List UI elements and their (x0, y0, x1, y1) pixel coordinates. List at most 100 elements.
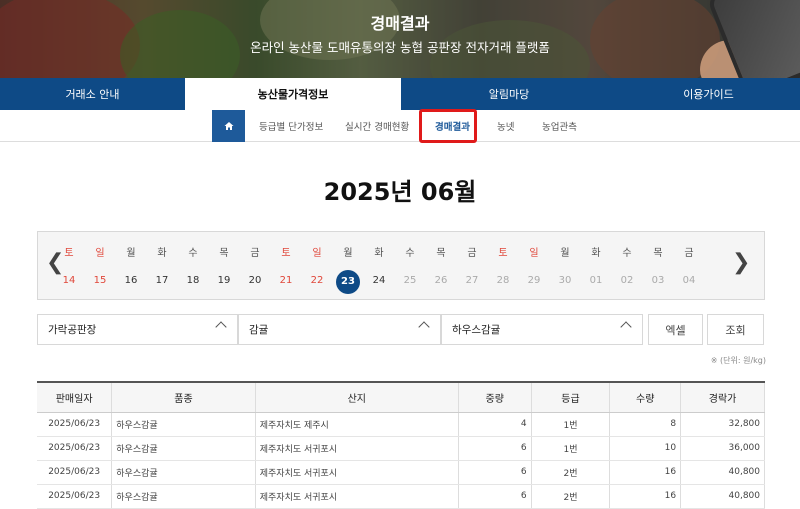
weekday-label: 화 (374, 248, 384, 259)
date-cell: 30 (558, 275, 572, 286)
weekday-label: 금 (467, 248, 477, 259)
weekday-label: 목 (219, 248, 229, 259)
weekday-label: 월 (126, 248, 136, 259)
col-header-variety: 품종 (111, 382, 256, 413)
date-cell[interactable]: 22 (302, 275, 332, 286)
selected-date[interactable]: 23 (336, 270, 360, 294)
search-button[interactable]: 조회 (707, 314, 764, 345)
col-header-grade: 등급 (531, 382, 611, 413)
variety-select[interactable]: 하우스감귤 (441, 314, 643, 345)
cell-price: 32,800 (680, 412, 765, 437)
date-cell: 01 (589, 275, 603, 286)
weekday-label: 토 (281, 248, 291, 259)
date-cell: 04 (682, 275, 696, 286)
date-cell: 25 (403, 275, 417, 286)
cell-origin: 제주자치도 서귀포시 (255, 436, 459, 461)
sub-nav-nongnet[interactable]: 농넷 (497, 119, 514, 133)
main-nav-exchange-info[interactable]: 거래소 안내 (0, 78, 185, 110)
weekday-label: 화 (157, 248, 167, 259)
variety-select-value: 하우스감귤 (452, 324, 501, 336)
date-strip: ❮ ❯ 토 14 일 15 월 16 화 17 수 18 목 19 금 20 토 21 일 22 월 23 화 24 수 25… (37, 231, 765, 300)
cell-date: 2025/06/23 (37, 436, 113, 461)
sub-nav-live-auction[interactable]: 실시간 경매현황 (345, 119, 409, 133)
cell-date: 2025/06/23 (37, 484, 113, 509)
cell-origin: 제주자치도 서귀포시 (255, 460, 459, 485)
weekday-label: 목 (653, 248, 663, 259)
date-cell: 02 (620, 275, 634, 286)
date-cell[interactable]: 19 (209, 275, 239, 286)
cell-quantity: 16 (609, 484, 682, 509)
date-cell[interactable]: 21 (271, 275, 301, 286)
table-row: 2025/06/23 하우스감귤 제주자치도 서귀포시 6 1번 10 36,0… (37, 436, 765, 461)
main-nav-price-info[interactable]: 농산물가격정보 (185, 78, 401, 110)
date-cell[interactable]: 20 (240, 275, 270, 286)
weekday-label: 월 (343, 248, 353, 259)
main-nav-notice[interactable]: 알림마당 (401, 78, 617, 110)
item-select-value: 감귤 (249, 324, 269, 336)
main-nav: 거래소 안내 농산물가격정보 알림마당 이용가이드 (0, 78, 800, 110)
table-row: 2025/06/23 하우스감귤 제주자치도 제주시 4 1번 8 32,800 (37, 412, 765, 437)
table-row: 2025/06/23 하우스감귤 제주자치도 서귀포시 6 2번 16 40,8… (37, 460, 765, 485)
cell-quantity: 8 (609, 412, 682, 437)
col-header-price: 경락가 (680, 382, 765, 413)
date-cell: 27 (465, 275, 479, 286)
date-cell: 28 (496, 275, 510, 286)
chevron-right-icon[interactable]: ❯ (732, 250, 750, 275)
weekday-label: 수 (188, 248, 198, 259)
cell-variety: 하우스감귤 (111, 460, 256, 485)
results-table: 판매일자 품종 산지 중량 등급 수량 경락가 2025/06/23 하우스감귤… (37, 381, 765, 509)
cell-grade: 1번 (531, 436, 611, 461)
weekday-label: 목 (436, 248, 446, 259)
cell-weight: 6 (458, 436, 532, 461)
cell-grade: 1번 (531, 412, 611, 437)
cell-quantity: 16 (609, 460, 682, 485)
home-icon (224, 122, 233, 130)
weekday-label: 일 (312, 248, 322, 259)
weekday-label: 토 (498, 248, 508, 259)
date-cell[interactable]: 18 (178, 275, 208, 286)
highlight-box (419, 109, 477, 143)
weekday-label: 수 (405, 248, 415, 259)
main-nav-guide[interactable]: 이용가이드 (617, 78, 800, 110)
cell-origin: 제주자치도 제주시 (255, 412, 459, 437)
cell-price: 40,800 (680, 460, 765, 485)
date-cell[interactable]: 14 (54, 275, 84, 286)
page-title: 경매결과 (370, 14, 430, 33)
date-cell[interactable]: 16 (116, 275, 146, 286)
table-row: 2025/06/23 하우스감귤 제주자치도 서귀포시 6 2번 16 40,8… (37, 484, 765, 509)
sub-nav-grade-price[interactable]: 등급별 단가정보 (259, 119, 323, 133)
home-button[interactable] (212, 110, 245, 142)
cell-origin: 제주자치도 서귀포시 (255, 484, 459, 509)
cell-grade: 2번 (531, 460, 611, 485)
sub-nav: 등급별 단가정보 실시간 경매현황 경매결과 농넷 농업관측 (0, 110, 800, 142)
table-header-row: 판매일자 품종 산지 중량 등급 수량 경락가 (37, 382, 765, 413)
market-select[interactable]: 가락공판장 (37, 314, 238, 345)
cell-grade: 2번 (531, 484, 611, 509)
weekday-label: 화 (591, 248, 601, 259)
cell-weight: 6 (458, 484, 532, 509)
excel-button[interactable]: 엑셀 (648, 314, 703, 345)
item-select[interactable]: 감귤 (238, 314, 441, 345)
cell-variety: 하우스감귤 (111, 436, 256, 461)
weekday-label: 토 (64, 248, 74, 259)
date-cell[interactable]: 17 (147, 275, 177, 286)
weekday-label: 수 (622, 248, 632, 259)
cell-variety: 하우스감귤 (111, 484, 256, 509)
date-cell[interactable]: 15 (85, 275, 115, 286)
chevron-up-icon (620, 321, 632, 333)
sub-nav-agri-outlook[interactable]: 농업관측 (542, 119, 577, 133)
cell-quantity: 10 (609, 436, 682, 461)
col-header-origin: 산지 (255, 382, 459, 413)
page-subtitle: 온라인 농산물 도매유통의장 농협 공판장 전자거래 플랫폼 (250, 40, 550, 55)
cell-weight: 6 (458, 460, 532, 485)
unit-note: ※ (단위: 원/kg) (710, 356, 766, 365)
date-cell: 03 (651, 275, 665, 286)
hero-banner: 경매결과 온라인 농산물 도매유통의장 농협 공판장 전자거래 플랫폼 (0, 0, 800, 78)
chevron-up-icon (215, 321, 227, 333)
cell-date: 2025/06/23 (37, 412, 113, 437)
month-title: 2025년 06월 (323, 178, 477, 206)
date-cell: 26 (434, 275, 448, 286)
col-header-quantity: 수량 (609, 382, 682, 413)
date-cell[interactable]: 24 (364, 275, 394, 286)
cell-weight: 4 (458, 412, 532, 437)
